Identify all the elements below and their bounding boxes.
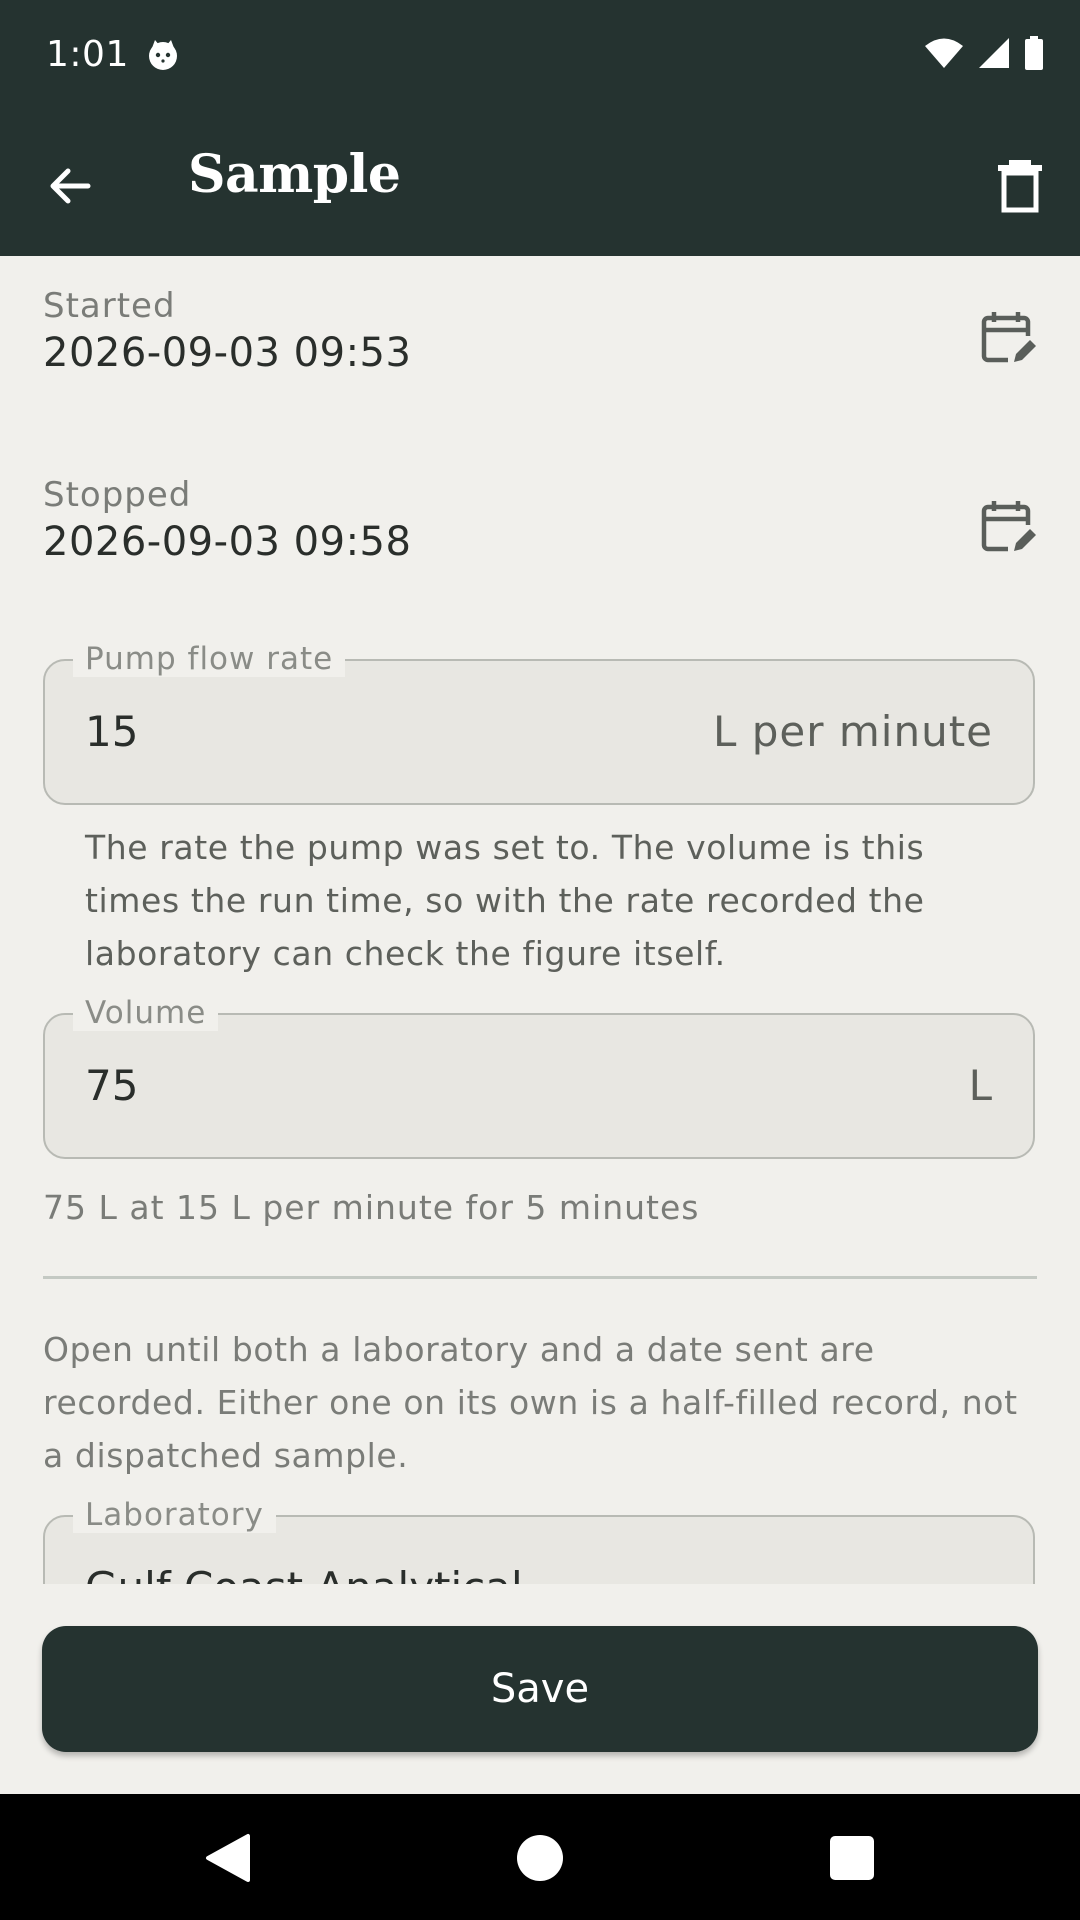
battery-icon	[1025, 36, 1043, 70]
nav-recents-icon[interactable]	[824, 1830, 880, 1886]
started-value: 2026-09-03 09:53	[43, 330, 412, 376]
page-title: Sample	[188, 144, 401, 205]
started-label: Started	[43, 286, 176, 326]
pump-flow-rate-helper: The rate the pump was set to. The volume…	[85, 828, 925, 973]
calendar-edit-icon[interactable]	[978, 308, 1038, 368]
save-button[interactable]: Save	[42, 1626, 1038, 1752]
stopped-label: Stopped	[43, 475, 192, 515]
status-bar: 1:01	[0, 0, 1080, 110]
form-content[interactable]: Started 2026-09-03 09:53 Stopped 2026-09…	[0, 256, 1080, 1584]
volume-label: Volume	[73, 995, 219, 1031]
cat-notification-icon	[149, 40, 177, 70]
volume-calculation-note: 75 L at 15 L per minute for 5 minutes	[43, 1188, 700, 1227]
volume-suffix: L	[968, 1061, 993, 1110]
volume-field[interactable]: Volume 75 L	[43, 995, 1035, 1159]
stopped-row: Stopped 2026-09-03 09:58	[0, 475, 1080, 625]
pump-flow-rate-value[interactable]: 15	[85, 707, 138, 756]
app-bar: Sample	[0, 110, 1080, 256]
nav-back-icon[interactable]	[200, 1830, 256, 1886]
status-icons	[924, 36, 1044, 70]
pump-flow-rate-label: Pump flow rate	[73, 641, 346, 677]
trash-icon[interactable]	[992, 156, 1048, 216]
pump-flow-rate-field[interactable]: Pump flow rate 15 L per minute	[43, 641, 1035, 805]
section-divider	[43, 1276, 1037, 1279]
stopped-value: 2026-09-03 09:58	[43, 519, 412, 565]
laboratory-value[interactable]: Gulf Coast Analytical	[85, 1563, 523, 1584]
cellular-signal-icon	[979, 38, 1009, 68]
back-arrow-icon[interactable]	[40, 156, 100, 216]
nav-home-icon[interactable]	[512, 1830, 568, 1886]
wifi-icon	[925, 38, 963, 68]
status-time: 1:01	[46, 34, 129, 75]
laboratory-label: Laboratory	[73, 1497, 276, 1533]
laboratory-field[interactable]: Laboratory Gulf Coast Analytical	[43, 1497, 1035, 1584]
system-nav-bar	[0, 1794, 1080, 1920]
volume-value[interactable]: 75	[85, 1061, 138, 1110]
started-row: Started 2026-09-03 09:53	[0, 286, 1080, 436]
dispatch-note: Open until both a laboratory and a date …	[43, 1330, 1018, 1475]
calendar-edit-icon[interactable]	[978, 497, 1038, 557]
pump-flow-rate-suffix: L per minute	[713, 707, 993, 756]
